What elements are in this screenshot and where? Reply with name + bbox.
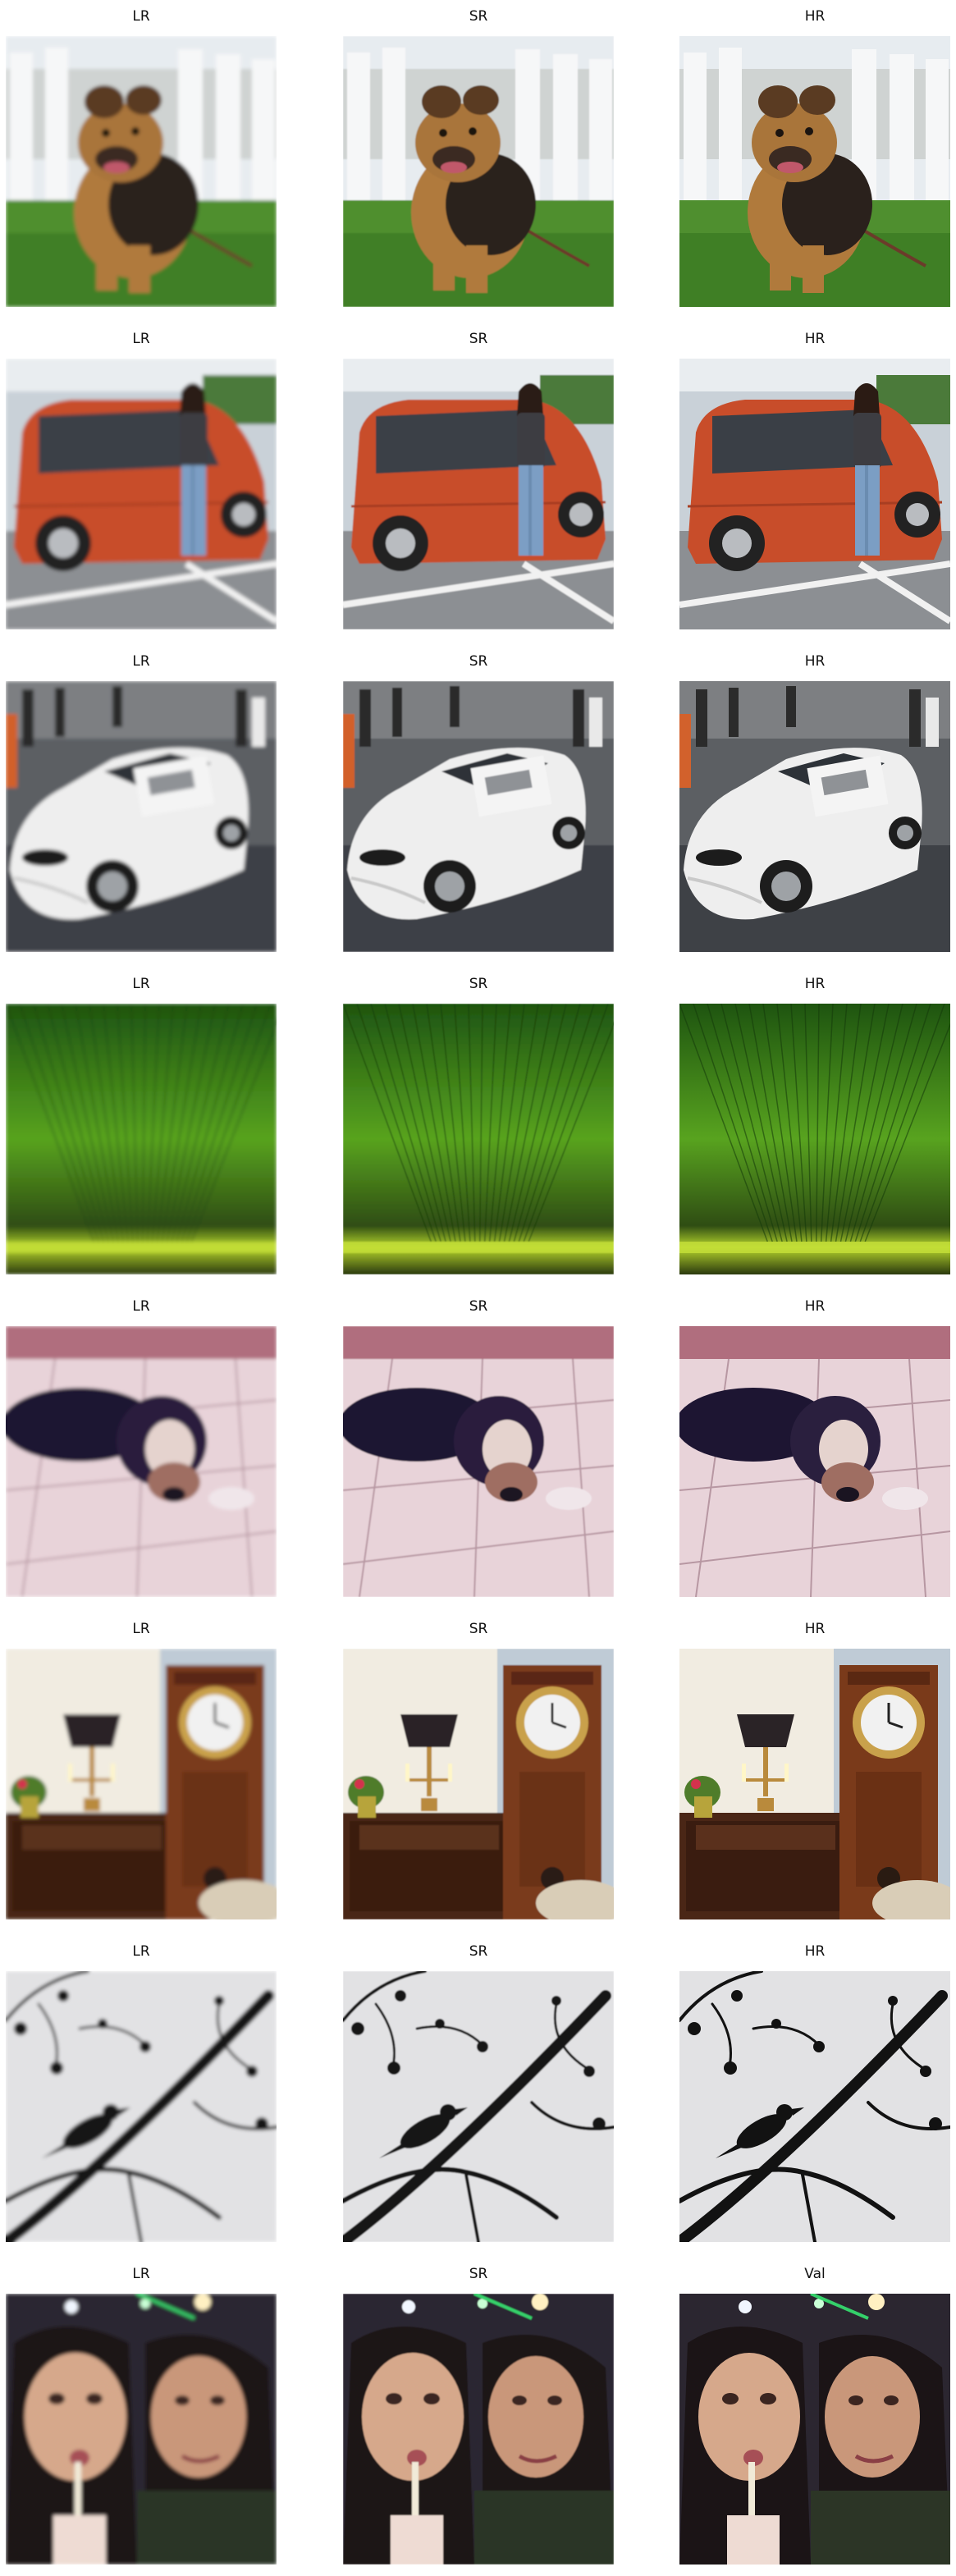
panel-title: HR xyxy=(804,976,826,992)
dog-on-grass-image xyxy=(679,36,950,307)
white-sports-car-image xyxy=(343,681,614,952)
comparison-panel: SR xyxy=(343,2264,614,2568)
bird-on-branch-image xyxy=(679,1971,950,2242)
clock-and-lamp-room-image xyxy=(343,1649,614,1919)
two-women-selfie-image xyxy=(679,2294,950,2565)
comparison-panel: HR xyxy=(679,1942,950,2245)
green-leaf-image xyxy=(6,1004,277,1274)
bird-on-branch-image xyxy=(6,1971,277,2242)
panel-title: SR xyxy=(469,331,488,347)
dog-on-grass-image xyxy=(343,36,614,307)
panel-title: HR xyxy=(804,1943,826,1960)
sleeping-puppy-image xyxy=(343,1326,614,1597)
comparison-panel: LR xyxy=(6,2264,277,2568)
comparison-panel: SR xyxy=(343,1942,614,2245)
green-leaf-image xyxy=(679,1004,950,1274)
panel-title: LR xyxy=(132,976,150,992)
comparison-panel: HR xyxy=(679,974,950,1278)
dog-on-grass-image xyxy=(6,36,277,307)
comparison-panel: HR xyxy=(679,1297,950,1600)
panel-title: LR xyxy=(132,2266,150,2282)
comparison-panel: SR xyxy=(343,652,614,955)
panel-title: SR xyxy=(469,1298,488,1315)
panel-title: SR xyxy=(469,2266,488,2282)
comparison-panel: HR xyxy=(679,329,950,633)
panel-title: LR xyxy=(132,1621,150,1637)
woman-with-red-car-image xyxy=(679,359,950,629)
comparison-panel: HR xyxy=(679,7,950,310)
comparison-panel: SR xyxy=(343,974,614,1278)
comparison-panel: LR xyxy=(6,1297,277,1600)
panel-title: HR xyxy=(804,653,826,670)
panel-title: LR xyxy=(132,1943,150,1960)
white-sports-car-image xyxy=(6,681,277,952)
sleeping-puppy-image xyxy=(679,1326,950,1597)
green-leaf-image xyxy=(343,1004,614,1274)
two-women-selfie-image xyxy=(6,2294,277,2565)
panel-title: HR xyxy=(804,1298,826,1315)
comparison-panel: LR xyxy=(6,974,277,1278)
woman-with-red-car-image xyxy=(6,359,277,629)
panel-title: SR xyxy=(469,1621,488,1637)
panel-title: LR xyxy=(132,8,150,25)
comparison-panel: LR xyxy=(6,7,277,310)
panel-title: Val xyxy=(804,2266,826,2282)
comparison-panel: LR xyxy=(6,1942,277,2245)
sleeping-puppy-image xyxy=(6,1326,277,1597)
clock-and-lamp-room-image xyxy=(6,1649,277,1919)
panel-title: LR xyxy=(132,331,150,347)
comparison-panel: HR xyxy=(679,1619,950,1923)
comparison-panel: HR xyxy=(679,652,950,955)
bird-on-branch-image xyxy=(343,1971,614,2242)
panel-title: SR xyxy=(469,1943,488,1960)
panel-title: SR xyxy=(469,653,488,670)
comparison-panel: LR xyxy=(6,1619,277,1923)
comparison-panel: SR xyxy=(343,1619,614,1923)
comparison-panel: SR xyxy=(343,1297,614,1600)
panel-title: HR xyxy=(804,1621,826,1637)
woman-with-red-car-image xyxy=(343,359,614,629)
panel-title: SR xyxy=(469,8,488,25)
comparison-panel: LR xyxy=(6,329,277,633)
comparison-panel: SR xyxy=(343,329,614,633)
white-sports-car-image xyxy=(679,681,950,952)
clock-and-lamp-room-image xyxy=(679,1649,950,1919)
image-comparison-grid: LR SR HR LR SR HR LR SR HR LR SR HR LR SR HR LR SR HR LR SR… xyxy=(0,0,956,2576)
panel-title: LR xyxy=(132,1298,150,1315)
panel-title: SR xyxy=(469,976,488,992)
comparison-panel: LR xyxy=(6,652,277,955)
panel-title: HR xyxy=(804,8,826,25)
panel-title: LR xyxy=(132,653,150,670)
comparison-panel: Val xyxy=(679,2264,950,2568)
two-women-selfie-image xyxy=(343,2294,614,2565)
comparison-panel: SR xyxy=(343,7,614,310)
panel-title: HR xyxy=(804,331,826,347)
